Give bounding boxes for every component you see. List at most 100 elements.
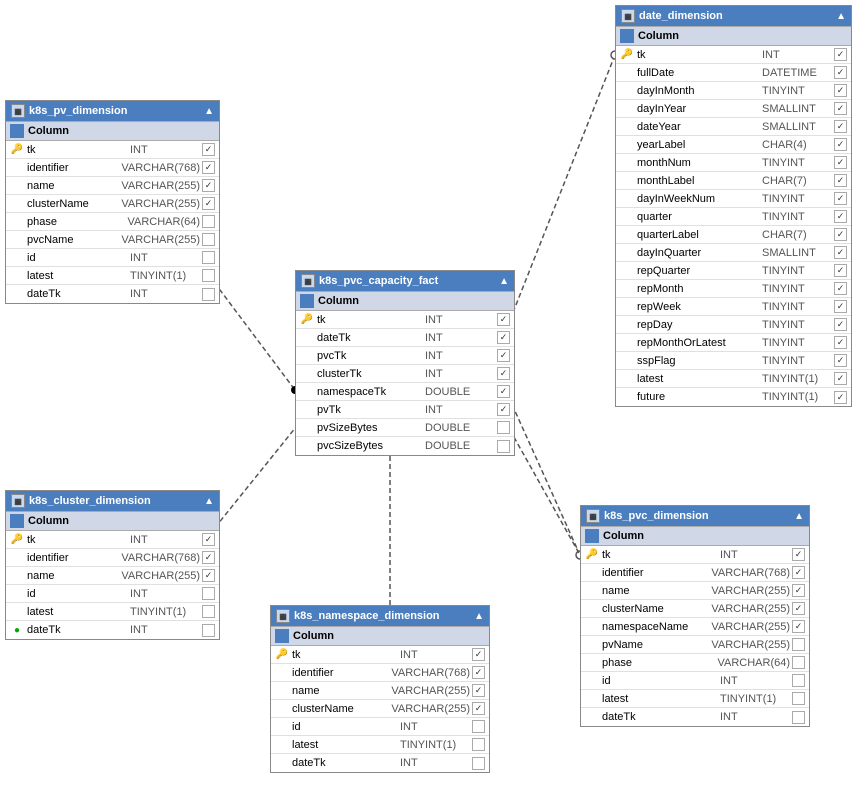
column-checkbox[interactable] <box>792 656 805 669</box>
column-name: repQuarter <box>637 265 762 277</box>
column-checkbox[interactable]: ✓ <box>792 566 805 579</box>
column-type: TINYINT(1) <box>130 270 200 282</box>
table-row: pvcTkINT✓ <box>296 347 514 365</box>
column-checkbox[interactable]: ✓ <box>792 620 805 633</box>
column-checkbox[interactable]: ✓ <box>834 300 847 313</box>
table-date-dimension[interactable]: ▦ date_dimension ▲ Column 🔑tkINT✓fullDat… <box>615 5 852 407</box>
column-checkbox[interactable] <box>202 215 215 228</box>
column-checkbox[interactable]: ✓ <box>792 584 805 597</box>
column-checkbox[interactable] <box>497 421 510 434</box>
column-type: INT <box>130 252 200 264</box>
column-checkbox[interactable]: ✓ <box>834 120 847 133</box>
column-checkbox[interactable]: ✓ <box>472 648 485 661</box>
column-type: VARCHAR(768) <box>121 162 200 174</box>
empty-icon <box>620 156 634 170</box>
empty-icon <box>585 692 599 706</box>
column-checkbox[interactable] <box>202 605 215 618</box>
column-checkbox[interactable]: ✓ <box>834 156 847 169</box>
column-checkbox[interactable]: ✓ <box>834 48 847 61</box>
column-name: name <box>27 180 121 192</box>
table-k8s-namespace-dimension[interactable]: ▦ k8s_namespace_dimension ▲ Column 🔑tkIN… <box>270 605 490 773</box>
column-checkbox[interactable]: ✓ <box>202 197 215 210</box>
column-checkbox[interactable]: ✓ <box>497 403 510 416</box>
column-checkbox[interactable]: ✓ <box>834 336 847 349</box>
column-checkbox[interactable]: ✓ <box>834 264 847 277</box>
column-name: id <box>602 675 720 687</box>
column-name: clusterName <box>27 198 121 210</box>
column-checkbox[interactable] <box>792 692 805 705</box>
column-checkbox[interactable] <box>202 587 215 600</box>
column-checkbox[interactable] <box>472 738 485 751</box>
column-name: dateTk <box>292 757 400 769</box>
table-row: identifierVARCHAR(768)✓ <box>581 564 809 582</box>
column-checkbox[interactable]: ✓ <box>834 210 847 223</box>
column-checkbox[interactable]: ✓ <box>202 569 215 582</box>
collapse-icon[interactable]: ▲ <box>836 11 846 22</box>
column-checkbox[interactable]: ✓ <box>472 666 485 679</box>
column-checkbox[interactable]: ✓ <box>472 702 485 715</box>
column-checkbox[interactable] <box>792 674 805 687</box>
table-k8s-cluster-dimension[interactable]: ▦ k8s_cluster_dimension ▲ Column 🔑tkINT✓… <box>5 490 220 640</box>
column-checkbox[interactable]: ✓ <box>497 385 510 398</box>
column-checkbox[interactable] <box>202 269 215 282</box>
column-checkbox[interactable]: ✓ <box>497 367 510 380</box>
column-type: CHAR(7) <box>762 229 832 241</box>
column-checkbox[interactable]: ✓ <box>834 246 847 259</box>
table-k8s-pvc-capacity-fact[interactable]: ▦ k8s_pvc_capacity_fact ▲ Column 🔑tkINT✓… <box>295 270 515 456</box>
column-name: clusterName <box>602 603 711 615</box>
collapse-icon[interactable]: ▲ <box>204 106 214 117</box>
column-checkbox[interactable]: ✓ <box>834 372 847 385</box>
column-name: dayInMonth <box>637 85 762 97</box>
empty-icon <box>300 439 314 453</box>
column-checkbox[interactable]: ✓ <box>472 684 485 697</box>
table-row: monthLabelCHAR(7)✓ <box>616 172 851 190</box>
empty-icon <box>620 246 634 260</box>
table-k8s-cluster-dimension-rows: 🔑tkINT✓identifierVARCHAR(768)✓nameVARCHA… <box>6 531 219 639</box>
column-checkbox[interactable] <box>202 251 215 264</box>
column-type: INT <box>425 332 495 344</box>
column-checkbox[interactable]: ✓ <box>834 66 847 79</box>
collapse-icon[interactable]: ▲ <box>794 511 804 522</box>
column-checkbox[interactable] <box>792 638 805 651</box>
column-checkbox[interactable]: ✓ <box>202 533 215 546</box>
table-k8s-pvc-dimension[interactable]: ▦ k8s_pvc_dimension ▲ Column 🔑tkINT✓iden… <box>580 505 810 727</box>
column-checkbox[interactable]: ✓ <box>834 228 847 241</box>
column-checkbox[interactable] <box>202 288 215 301</box>
collapse-icon[interactable]: ▲ <box>499 276 509 287</box>
collapse-icon[interactable]: ▲ <box>474 611 484 622</box>
column-checkbox[interactable]: ✓ <box>497 331 510 344</box>
column-checkbox[interactable] <box>472 720 485 733</box>
column-checkbox[interactable]: ✓ <box>497 313 510 326</box>
empty-icon <box>10 251 24 265</box>
column-checkbox[interactable]: ✓ <box>834 282 847 295</box>
column-checkbox[interactable]: ✓ <box>792 548 805 561</box>
column-checkbox[interactable]: ✓ <box>834 102 847 115</box>
column-type: VARCHAR(255) <box>391 703 470 715</box>
column-checkbox[interactable]: ✓ <box>202 161 215 174</box>
column-checkbox[interactable] <box>792 711 805 724</box>
column-checkbox[interactable] <box>202 624 215 637</box>
column-checkbox[interactable] <box>202 233 215 246</box>
column-checkbox[interactable]: ✓ <box>202 179 215 192</box>
empty-icon <box>620 318 634 332</box>
column-checkbox[interactable]: ✓ <box>834 138 847 151</box>
column-checkbox[interactable]: ✓ <box>202 143 215 156</box>
column-checkbox[interactable]: ✓ <box>834 84 847 97</box>
column-type: DOUBLE <box>425 422 495 434</box>
column-checkbox[interactable]: ✓ <box>834 174 847 187</box>
collapse-icon[interactable]: ▲ <box>204 496 214 507</box>
column-checkbox[interactable]: ✓ <box>834 192 847 205</box>
empty-icon <box>620 300 634 314</box>
empty-icon <box>620 282 634 296</box>
empty-icon <box>585 656 599 670</box>
table-k8s-pv-dimension[interactable]: ▦ k8s_pv_dimension ▲ Column 🔑tkINT✓ident… <box>5 100 220 304</box>
column-name: repDay <box>637 319 762 331</box>
column-checkbox[interactable] <box>497 440 510 453</box>
column-checkbox[interactable]: ✓ <box>834 391 847 404</box>
column-checkbox[interactable] <box>472 757 485 770</box>
column-checkbox[interactable]: ✓ <box>834 354 847 367</box>
column-checkbox[interactable]: ✓ <box>497 349 510 362</box>
column-checkbox[interactable]: ✓ <box>792 602 805 615</box>
column-checkbox[interactable]: ✓ <box>202 551 215 564</box>
column-checkbox[interactable]: ✓ <box>834 318 847 331</box>
